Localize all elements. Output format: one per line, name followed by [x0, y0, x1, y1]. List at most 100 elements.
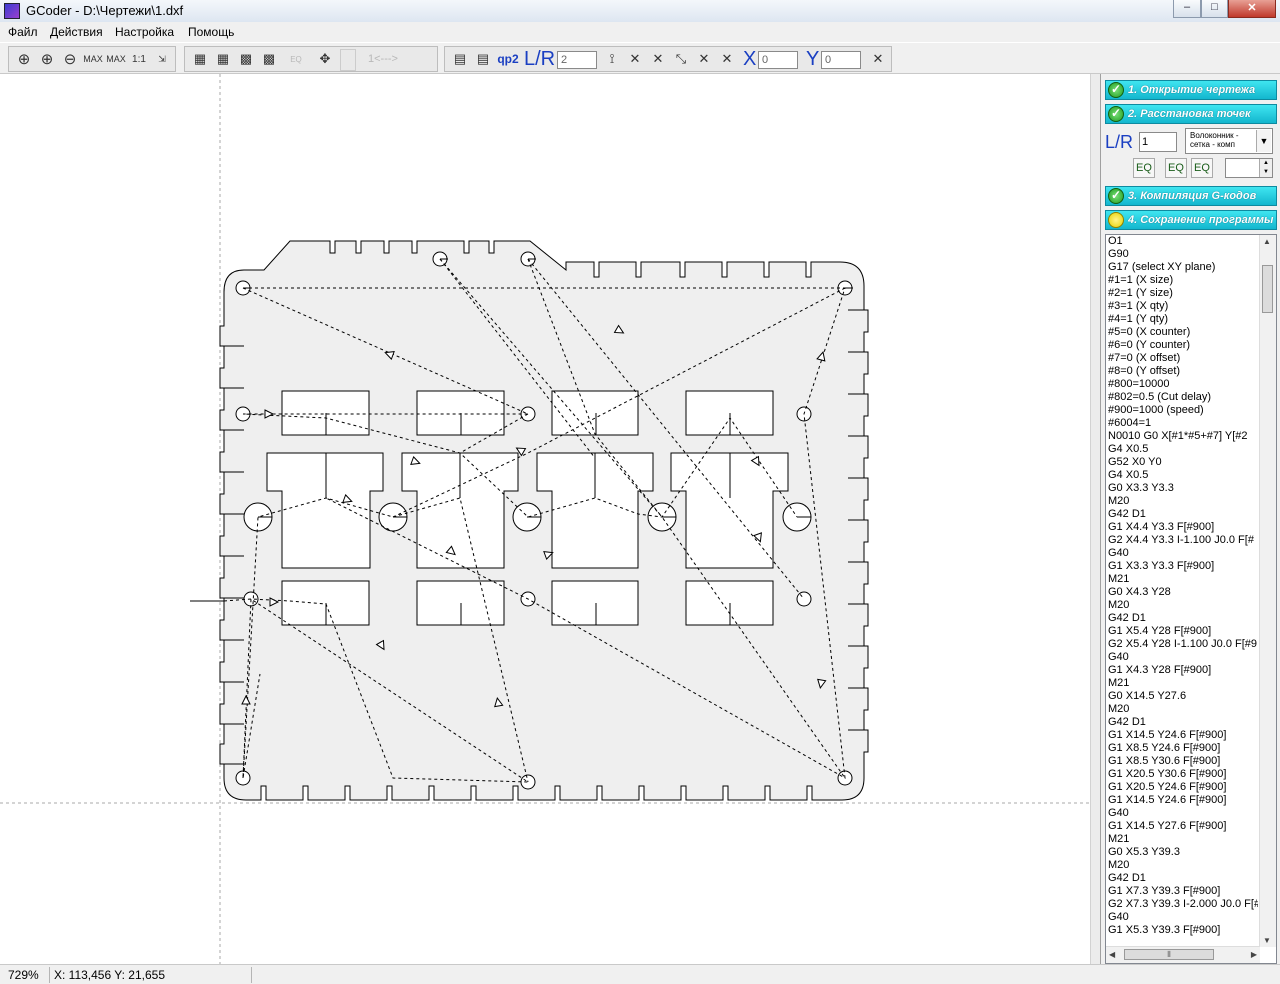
zoom-window-icon[interactable]: ⊕	[14, 49, 34, 69]
chevron-down-icon[interactable]: ▼	[1256, 130, 1271, 152]
drawing-canvas[interactable]	[0, 74, 1090, 964]
gcode-line[interactable]: #900=1000 (speed)	[1108, 404, 1258, 417]
layer-2-icon[interactable]: ▦	[213, 49, 233, 69]
gcode-line[interactable]: M20	[1108, 599, 1258, 612]
gcode-listing[interactable]: O1 G90 G17 (select XY plane) #1=1 (X size) #…	[1105, 234, 1277, 964]
menu-settings[interactable]: Настройка	[115, 25, 174, 39]
panel-lr-input[interactable]	[1139, 132, 1177, 152]
range-button[interactable]: 1<--->	[360, 49, 406, 69]
gcode-line[interactable]: #800=10000	[1108, 378, 1258, 391]
gcode-line[interactable]: G1 X4.4 Y3.3 F[#900]	[1108, 521, 1258, 534]
gcode-line[interactable]: G1 X5.3 Y39.3 F[#900]	[1108, 924, 1258, 937]
gcode-line[interactable]: #3=1 (X qty)	[1108, 300, 1258, 313]
gcode-line[interactable]: G2 X5.4 Y28 I-1.100 J0.0 F[#9	[1108, 638, 1258, 651]
gcode-line[interactable]: M21	[1108, 677, 1258, 690]
blank-tool-icon[interactable]	[340, 49, 356, 71]
spin-up-icon[interactable]: ▲	[1259, 159, 1272, 168]
step-open-drawing[interactable]: 1. Открытие чертежа	[1105, 80, 1277, 100]
scroll-right-icon[interactable]: ▶	[1251, 950, 1257, 959]
gcode-line[interactable]: #2=1 (Y size)	[1108, 287, 1258, 300]
gcode-line[interactable]: G40	[1108, 651, 1258, 664]
gcode-line[interactable]: G42 D1	[1108, 716, 1258, 729]
scroll-thumb[interactable]: ⦀	[1124, 949, 1214, 960]
gcode-line[interactable]: G1 X5.4 Y28 F[#900]	[1108, 625, 1258, 638]
gcode-line[interactable]: M21	[1108, 833, 1258, 846]
gcode-line[interactable]: G40	[1108, 911, 1258, 924]
eq-button-1[interactable]: EQ	[1133, 158, 1155, 178]
path-tool-1-icon[interactable]: ⟟	[602, 49, 622, 69]
gcode-line[interactable]: M20	[1108, 703, 1258, 716]
grid-tool-1-icon[interactable]: ▤	[450, 49, 470, 69]
gcode-line[interactable]: #7=0 (X offset)	[1108, 352, 1258, 365]
gcode-line[interactable]: M21	[1108, 573, 1258, 586]
gcode-line[interactable]: G40	[1108, 807, 1258, 820]
menu-help[interactable]: Помощь	[188, 25, 234, 39]
zoom-max-icon[interactable]: MAX	[83, 49, 103, 69]
gcode-line[interactable]: G42 D1	[1108, 612, 1258, 625]
gcode-line[interactable]: G42 D1	[1108, 872, 1258, 885]
gcode-line[interactable]: #5=0 (X counter)	[1108, 326, 1258, 339]
gcode-line[interactable]: G42 D1	[1108, 508, 1258, 521]
step-place-points[interactable]: 2. Расстановка точек	[1105, 104, 1277, 124]
path-tool-3-icon[interactable]: ✕	[648, 49, 668, 69]
gcode-line[interactable]: N0010 G0 X[#1*#5+#7] Y[#2	[1108, 430, 1258, 443]
scroll-up-icon[interactable]: ▲	[1263, 237, 1271, 246]
path-tool-2-icon[interactable]: ✕	[625, 49, 645, 69]
gcode-line[interactable]: #1=1 (X size)	[1108, 274, 1258, 287]
gcode-line[interactable]: G1 X14.5 Y24.6 F[#900]	[1108, 729, 1258, 742]
eq-button-2[interactable]: EQ	[1165, 158, 1187, 178]
hand-icon[interactable]: ✥	[315, 49, 335, 69]
x-offset-input[interactable]	[758, 51, 798, 69]
layer-4-icon[interactable]: ▩	[259, 49, 279, 69]
gcode-line[interactable]: G1 X14.5 Y27.6 F[#900]	[1108, 820, 1258, 833]
eq-button-3[interactable]: EQ	[1191, 158, 1213, 178]
menu-file[interactable]: Файл	[8, 25, 38, 39]
gcode-line[interactable]: G1 X8.5 Y30.6 F[#900]	[1108, 755, 1258, 768]
layer-1-icon[interactable]: ▦	[190, 49, 210, 69]
gcode-line[interactable]: G4 X0.5	[1108, 443, 1258, 456]
scroll-left-icon[interactable]: ◀	[1109, 950, 1115, 959]
gcode-line[interactable]: G4 X0.5	[1108, 469, 1258, 482]
path-tool-4-icon[interactable]: ⤡	[671, 49, 691, 69]
qp2-button[interactable]: qp2	[496, 49, 520, 69]
scroll-down-icon[interactable]: ▼	[1263, 936, 1271, 945]
zoom-in-icon[interactable]: ⊕	[37, 49, 57, 69]
eq-icon[interactable]: EQ	[286, 49, 306, 69]
apply-offset-icon[interactable]: ✕	[868, 49, 888, 69]
gcode-line[interactable]: G1 X14.5 Y24.6 F[#900]	[1108, 794, 1258, 807]
eq-spinner[interactable]: ▲ ▼	[1225, 158, 1273, 178]
gcode-line[interactable]: G2 X7.3 Y39.3 I-2.000 J0.0 F[#	[1108, 898, 1258, 911]
y-offset-input[interactable]	[821, 51, 861, 69]
gcode-line[interactable]: G0 X4.3 Y28	[1108, 586, 1258, 599]
gcode-line[interactable]: #802=0.5 (Cut delay)	[1108, 391, 1258, 404]
lr-input[interactable]	[557, 51, 597, 69]
close-button[interactable]: ✕	[1228, 0, 1276, 18]
path-tool-5-icon[interactable]: ✕	[694, 49, 714, 69]
gcode-line[interactable]: M20	[1108, 859, 1258, 872]
maximize-button[interactable]: □	[1201, 0, 1228, 18]
gcode-line[interactable]: G52 X0 Y0	[1108, 456, 1258, 469]
grid-tool-2-icon[interactable]: ▤	[473, 49, 493, 69]
dxf-drawing[interactable]	[0, 74, 1090, 964]
gcode-line[interactable]: G90	[1108, 248, 1258, 261]
gcode-line[interactable]: G0 X5.3 Y39.3	[1108, 846, 1258, 859]
mode-select[interactable]: Волоконник - сетка - комп ▼	[1185, 128, 1273, 154]
zoom-fit-icon[interactable]: ⇲	[152, 49, 172, 69]
zoom-1to1-icon[interactable]: 1:1	[129, 49, 149, 69]
horizontal-scrollbar[interactable]: ◀ ⦀ ▶	[1106, 946, 1260, 963]
gcode-line[interactable]: G17 (select XY plane)	[1108, 261, 1258, 274]
gcode-line[interactable]: G40	[1108, 547, 1258, 560]
scroll-thumb[interactable]	[1262, 265, 1273, 313]
menu-actions[interactable]: Действия	[50, 25, 103, 39]
gcode-line[interactable]: G1 X20.5 Y30.6 F[#900]	[1108, 768, 1258, 781]
gcode-line[interactable]: G1 X7.3 Y39.3 F[#900]	[1108, 885, 1258, 898]
gcode-line[interactable]: G1 X8.5 Y24.6 F[#900]	[1108, 742, 1258, 755]
step-save-program[interactable]: 4. Сохранение программы	[1105, 210, 1277, 230]
spin-down-icon[interactable]: ▼	[1259, 168, 1272, 177]
gcode-line[interactable]: M20	[1108, 495, 1258, 508]
gcode-line[interactable]: G1 X4.3 Y28 F[#900]	[1108, 664, 1258, 677]
gcode-line[interactable]: G2 X4.4 Y3.3 I-1.100 J0.0 F[#	[1108, 534, 1258, 547]
step-compile-gcode[interactable]: 3. Компиляция G-кодов	[1105, 186, 1277, 206]
gcode-line[interactable]: #8=0 (Y offset)	[1108, 365, 1258, 378]
gcode-line[interactable]: #4=1 (Y qty)	[1108, 313, 1258, 326]
